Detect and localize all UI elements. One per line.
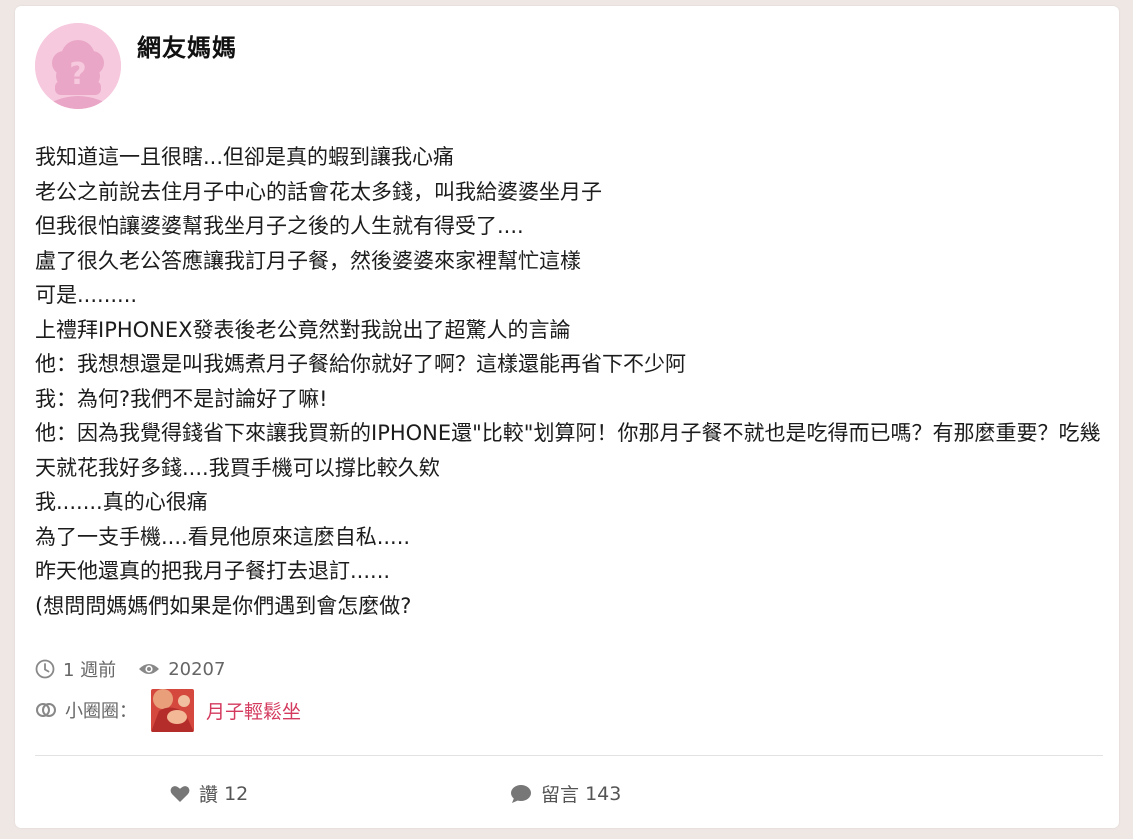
post-time: 1 週前	[35, 656, 116, 682]
comment-count: 143	[585, 782, 622, 805]
circle-label: 小圈圈：	[65, 701, 137, 722]
post-line: 但我很怕讓婆婆幫我坐月子之後的人生就有得受了....	[35, 214, 524, 238]
linked-circles-icon	[36, 703, 56, 717]
post-views: 20207	[138, 659, 225, 680]
circle-link[interactable]: 月子輕鬆坐	[206, 697, 301, 724]
post-line: 他：我想想還是叫我媽煮月子餐給你就好了啊？這樣還能再省下不少阿	[35, 352, 686, 376]
post-line: 他：因為我覺得錢省下來讓我買新的IPHONE還"比較"划算阿！你那月子餐不就也是…	[35, 421, 1101, 480]
views-count: 20207	[168, 658, 226, 680]
post-line: 我：為何?我們不是討論好了嘛!	[35, 386, 328, 411]
post-line: 上禮拜IPHONEX發表後老公竟然對我說出了超驚人的言論	[35, 317, 571, 342]
post-line: (想問問媽媽們如果是你們遇到會怎麼做?	[35, 593, 412, 618]
circle-thumbnail[interactable]	[151, 688, 194, 732]
post-card: ? 網友媽媽 我知道這一且很瞎...但卻是真的蝦到讓我心痛 老公之前說去住月子中…	[15, 6, 1119, 828]
svg-text:?: ?	[69, 57, 86, 92]
default-avatar-question-icon: ?	[35, 23, 121, 109]
avatar[interactable]: ?	[35, 23, 121, 109]
heart-icon	[170, 785, 190, 802]
post-line: 可是.........	[35, 283, 138, 307]
time-text: 1 週前	[63, 660, 117, 681]
post-line: 我知道這一且很瞎...但卻是真的蝦到讓我心痛	[35, 145, 455, 169]
like-button[interactable]: 讚 12	[170, 780, 248, 807]
post-line: 昨天他還真的把我月子餐打去退訂......	[35, 559, 391, 583]
author-name[interactable]: 網友媽媽	[137, 28, 237, 63]
post-line: 我.......真的心很痛	[35, 490, 208, 514]
post-line: 盧了很久老公答應讓我訂月子餐，然後婆婆來家裡幫忙這樣	[35, 248, 581, 273]
post-line: 為了一支手機....看見他原來這麼自私.....	[35, 524, 411, 549]
circle-info: 小圈圈： 月子輕鬆坐	[35, 688, 301, 732]
divider	[35, 755, 1103, 756]
like-label: 讚	[199, 784, 219, 806]
comment-label: 留言	[541, 784, 580, 806]
post-content: 我知道這一且很瞎...但卻是真的蝦到讓我心痛 老公之前說去住月子中心的話會花太多…	[35, 140, 1105, 623]
like-count: 12	[224, 782, 249, 805]
eye-icon	[139, 664, 160, 674]
circle-thumbnail-image	[151, 688, 194, 732]
comment-button[interactable]: 留言 143	[510, 780, 621, 807]
post-line: 老公之前說去住月子中心的話會花太多錢，叫我給婆婆坐月子	[35, 179, 602, 204]
speech-bubble-icon	[511, 784, 531, 803]
clock-icon	[35, 659, 55, 679]
post-meta: 1 週前 20207	[35, 656, 247, 682]
